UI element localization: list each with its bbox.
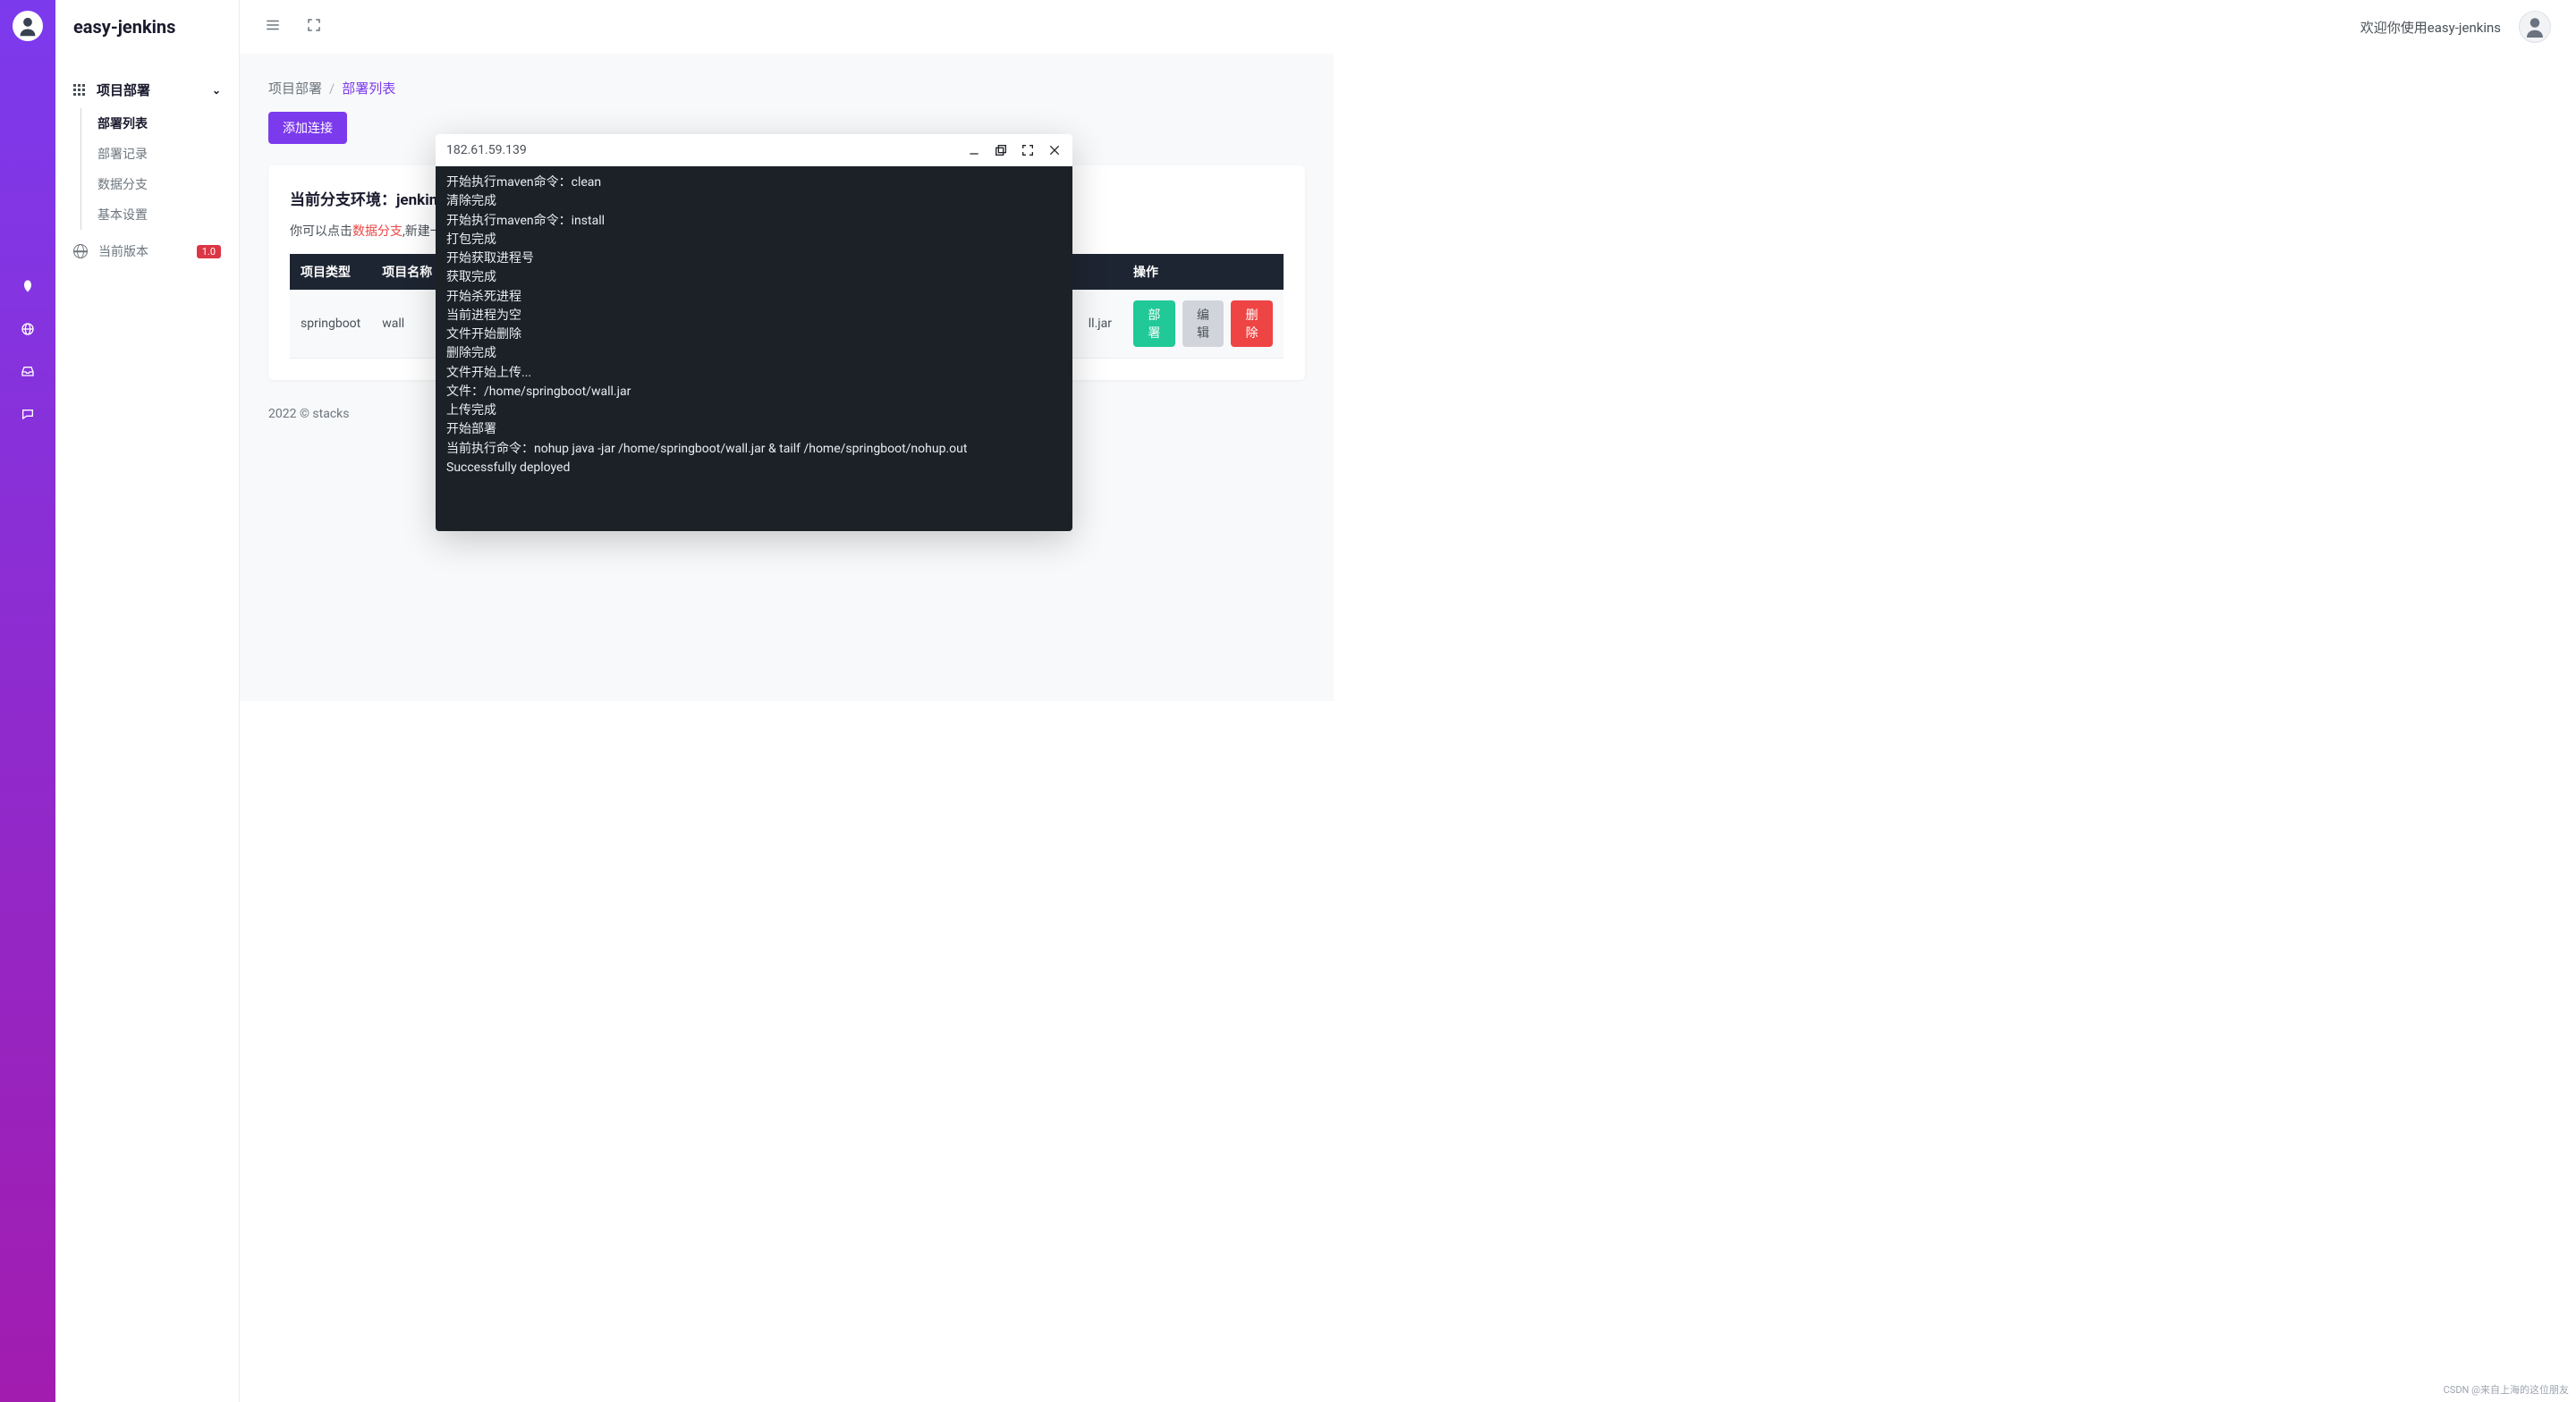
nav-item-deploy-history[interactable]: 部署记录: [81, 139, 221, 169]
watermark: CSDN @来自上海的这位朋友: [2444, 1382, 2569, 1397]
cell-file: ll.jar: [1069, 290, 1123, 359]
add-connection-button[interactable]: 添加连接: [268, 112, 347, 144]
version-badge: 1.0: [197, 245, 221, 258]
version-label: 当前版本: [98, 242, 148, 260]
rocket-icon[interactable]: [13, 272, 42, 300]
nav-group-label: 项目部署: [97, 80, 150, 99]
chevron-down-icon: ⌄: [212, 84, 221, 97]
terminal-host: 182.61.59.139: [446, 143, 527, 157]
breadcrumb-root[interactable]: 项目部署: [268, 79, 322, 97]
terminal-line: 文件开始上传...: [446, 364, 1062, 383]
globe-icon: [73, 244, 88, 258]
terminal-line: Successfully deployed: [446, 459, 1062, 477]
terminal-line: 开始部署: [446, 420, 1062, 439]
terminal-line: 清除完成: [446, 192, 1062, 211]
icon-rail: [0, 0, 55, 1402]
sidebar: easy-jenkins 项目部署 ⌄ 部署列表 部署记录 数据分支 基本设置 …: [55, 0, 240, 1402]
nav-sub-list: 部署列表 部署记录 数据分支 基本设置: [80, 108, 221, 230]
cell-type: springboot: [290, 290, 371, 359]
nav-group-deploy[interactable]: 项目部署 ⌄: [73, 72, 221, 108]
terminal-line: 当前执行命令：nohup java -jar /home/springboot/…: [446, 440, 1062, 459]
app-title: easy-jenkins: [55, 0, 239, 54]
nav-item-settings[interactable]: 基本设置: [81, 199, 221, 230]
deploy-button[interactable]: 部署: [1133, 300, 1175, 347]
terminal-line: 开始杀死进程: [446, 288, 1062, 307]
menu-toggle-icon[interactable]: [265, 17, 281, 37]
nav-item-deploy-list[interactable]: 部署列表: [81, 108, 221, 139]
delete-button[interactable]: 删除: [1231, 300, 1273, 347]
globe-rail-icon[interactable]: [13, 315, 42, 343]
terminal-line: 文件开始删除: [446, 325, 1062, 344]
terminal-header[interactable]: 182.61.59.139: [436, 134, 1072, 166]
restore-icon[interactable]: [994, 143, 1008, 157]
terminal-line: 上传完成: [446, 401, 1062, 420]
terminal-line: 当前进程为空: [446, 307, 1062, 325]
col-type: 项目类型: [290, 254, 371, 290]
breadcrumb-separator: /: [329, 80, 335, 97]
terminal-line: 获取完成: [446, 268, 1062, 287]
rail-avatar[interactable]: [13, 11, 43, 41]
fullscreen-icon[interactable]: [306, 17, 322, 37]
user-avatar[interactable]: [2519, 11, 2551, 43]
nav-version[interactable]: 当前版本 1.0: [55, 230, 239, 273]
breadcrumb: 项目部署 / 部署列表: [268, 79, 1305, 97]
minimize-icon[interactable]: [967, 143, 981, 157]
inbox-icon[interactable]: [13, 358, 42, 386]
col-action: 操作: [1123, 254, 1284, 290]
topbar: 欢迎你使用easy-jenkins: [240, 0, 2576, 54]
terminal-line: 删除完成: [446, 344, 1062, 363]
edit-button[interactable]: 编辑: [1182, 300, 1224, 347]
grid-icon: [73, 84, 86, 97]
chat-icon[interactable]: [13, 401, 42, 429]
terminal-line: 开始执行maven命令：clean: [446, 173, 1062, 192]
maximize-icon[interactable]: [1021, 143, 1035, 157]
terminal-line: 打包完成: [446, 231, 1062, 249]
breadcrumb-current: 部署列表: [342, 79, 395, 97]
data-branch-link[interactable]: 数据分支: [352, 224, 402, 239]
terminal-body[interactable]: 开始执行maven命令：clean清除完成开始执行maven命令：install…: [436, 166, 1072, 531]
terminal-line: 文件：/home/springboot/wall.jar: [446, 383, 1062, 401]
terminal-line: 开始执行maven命令：install: [446, 212, 1062, 231]
terminal-line: 开始获取进程号: [446, 249, 1062, 268]
welcome-text: 欢迎你使用easy-jenkins: [2360, 18, 2501, 37]
nav-item-data-branch[interactable]: 数据分支: [81, 169, 221, 199]
close-icon[interactable]: [1047, 143, 1062, 157]
terminal-window: 182.61.59.139 开始执行maven命令：clean清除完成开始执行m…: [436, 134, 1072, 531]
